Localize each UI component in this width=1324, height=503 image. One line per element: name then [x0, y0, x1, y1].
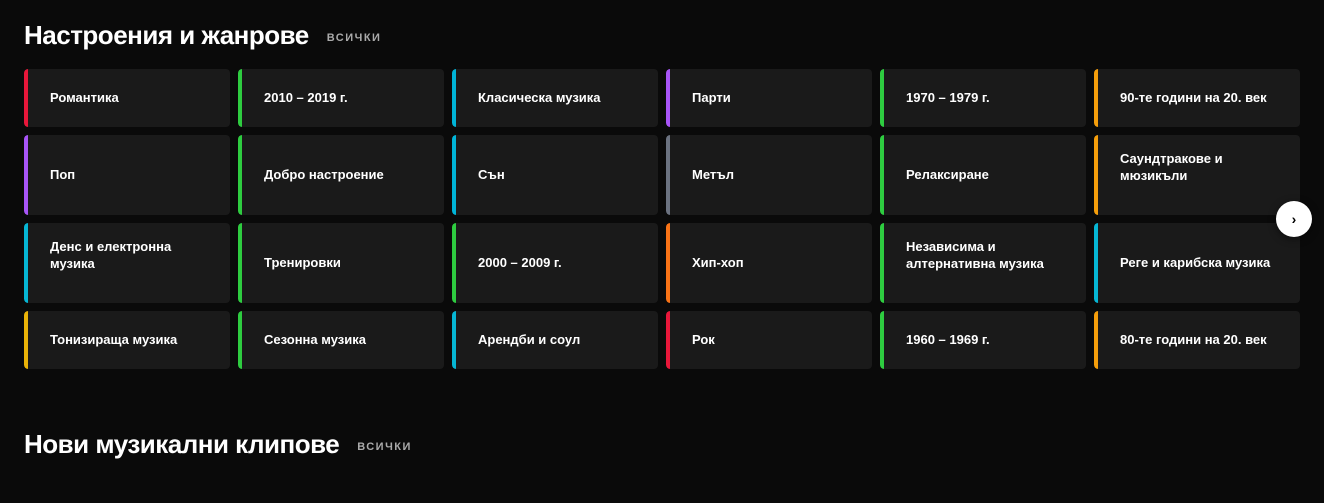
genre-color-bar [238, 223, 242, 303]
genre-label: 2000 – 2009 г. [468, 255, 562, 272]
genre-label: Рок [682, 332, 715, 349]
genre-label: Добро настроение [254, 167, 384, 184]
genre-label: 2010 – 2019 г. [254, 90, 348, 107]
genre-card[interactable]: 1960 – 1969 г. [880, 311, 1086, 369]
genre-card[interactable]: 2000 – 2009 г. [452, 223, 658, 303]
genre-card[interactable]: 2010 – 2019 г. [238, 69, 444, 127]
genre-color-bar [452, 223, 456, 303]
genre-color-bar [1094, 311, 1098, 369]
genre-color-bar [1094, 135, 1098, 215]
section-title-videos: Нови музикални клипове [24, 429, 339, 460]
genre-card[interactable]: Сезонна музика [238, 311, 444, 369]
genre-color-bar [24, 69, 28, 127]
genre-label: Тонизираща музика [40, 332, 177, 349]
genre-card[interactable]: Хип-хоп [666, 223, 872, 303]
genre-card[interactable]: Релаксиране [880, 135, 1086, 215]
section-divider [0, 379, 1324, 419]
section-title-moods: Настроения и жанрове [24, 20, 309, 51]
genre-color-bar [238, 69, 242, 127]
section-header-moods: Настроения и жанрове ВСИЧКИ [24, 20, 1300, 51]
genre-label: Класическа музика [468, 90, 601, 107]
genre-card[interactable]: Поп [24, 135, 230, 215]
genre-label: Сезонна музика [254, 332, 366, 349]
genre-color-bar [452, 135, 456, 215]
genre-label: 1970 – 1979 г. [896, 90, 990, 107]
genre-card[interactable]: Тонизираща музика [24, 311, 230, 369]
genre-card[interactable]: Добро настроение [238, 135, 444, 215]
genre-label: Романтика [40, 90, 119, 107]
genre-color-bar [666, 223, 670, 303]
genre-card[interactable]: Саундтракове и мюзикъли [1094, 135, 1300, 215]
genre-card[interactable]: 1970 – 1979 г. [880, 69, 1086, 127]
genre-card[interactable]: Реге и карибска музика [1094, 223, 1300, 303]
section-header-videos: Нови музикални клипове ВСИЧКИ [24, 429, 1300, 460]
genre-label: Тренировки [254, 255, 341, 272]
genre-card[interactable]: Метъл [666, 135, 872, 215]
genre-color-bar [238, 135, 242, 215]
genre-label: Саундтракове и мюзикъли [1110, 151, 1284, 185]
genre-label: 1960 – 1969 г. [896, 332, 990, 349]
genre-color-bar [666, 311, 670, 369]
genre-label: Хип-хоп [682, 255, 744, 272]
genre-color-bar [1094, 69, 1098, 127]
moods-genres-section: Настроения и жанрове ВСИЧКИ Романтика 201… [0, 0, 1324, 379]
genre-label: Сън [468, 167, 505, 184]
genres-grid: Романтика 2010 – 2019 г. Класическа музика… [24, 69, 1300, 369]
genre-label: Денс и електронна музика [40, 239, 214, 273]
genre-card[interactable]: 90-те години на 20. век [1094, 69, 1300, 127]
genre-card[interactable]: Рок [666, 311, 872, 369]
genre-card[interactable]: Класическа музика [452, 69, 658, 127]
genre-color-bar [880, 135, 884, 215]
genre-card[interactable]: Романтика [24, 69, 230, 127]
genre-color-bar [452, 311, 456, 369]
genre-label: Парти [682, 90, 731, 107]
genre-card[interactable]: Денс и електронна музика [24, 223, 230, 303]
genre-color-bar [24, 223, 28, 303]
genre-card[interactable]: Независима и алтернативна музика [880, 223, 1086, 303]
genre-color-bar [24, 135, 28, 215]
genre-card[interactable]: 80-те години на 20. век [1094, 311, 1300, 369]
new-videos-section: Нови музикални клипове ВСИЧКИ [0, 419, 1324, 488]
genre-card[interactable]: Сън [452, 135, 658, 215]
genre-card[interactable]: Парти [666, 69, 872, 127]
next-button[interactable]: › [1276, 201, 1312, 237]
genre-color-bar [666, 69, 670, 127]
genre-label: Поп [40, 167, 75, 184]
genre-color-bar [666, 135, 670, 215]
genre-label: Независима и алтернативна музика [896, 239, 1070, 273]
all-link-moods[interactable]: ВСИЧКИ [327, 28, 382, 44]
genre-label: Реге и карибска музика [1110, 255, 1270, 272]
genre-color-bar [452, 69, 456, 127]
genre-card[interactable]: Арендби и соул [452, 311, 658, 369]
genre-color-bar [238, 311, 242, 369]
genre-label: Релаксиране [896, 167, 989, 184]
genre-color-bar [24, 311, 28, 369]
genre-label: 90-те години на 20. век [1110, 90, 1267, 107]
genre-label: Метъл [682, 167, 734, 184]
genre-card[interactable]: Тренировки [238, 223, 444, 303]
genre-color-bar [880, 223, 884, 303]
genre-label: 80-те години на 20. век [1110, 332, 1267, 349]
genre-label: Арендби и соул [468, 332, 580, 349]
genres-grid-container: Романтика 2010 – 2019 г. Класическа музика… [24, 69, 1300, 369]
genre-color-bar [880, 69, 884, 127]
genre-color-bar [880, 311, 884, 369]
all-link-videos[interactable]: ВСИЧКИ [357, 437, 412, 453]
genre-color-bar [1094, 223, 1098, 303]
